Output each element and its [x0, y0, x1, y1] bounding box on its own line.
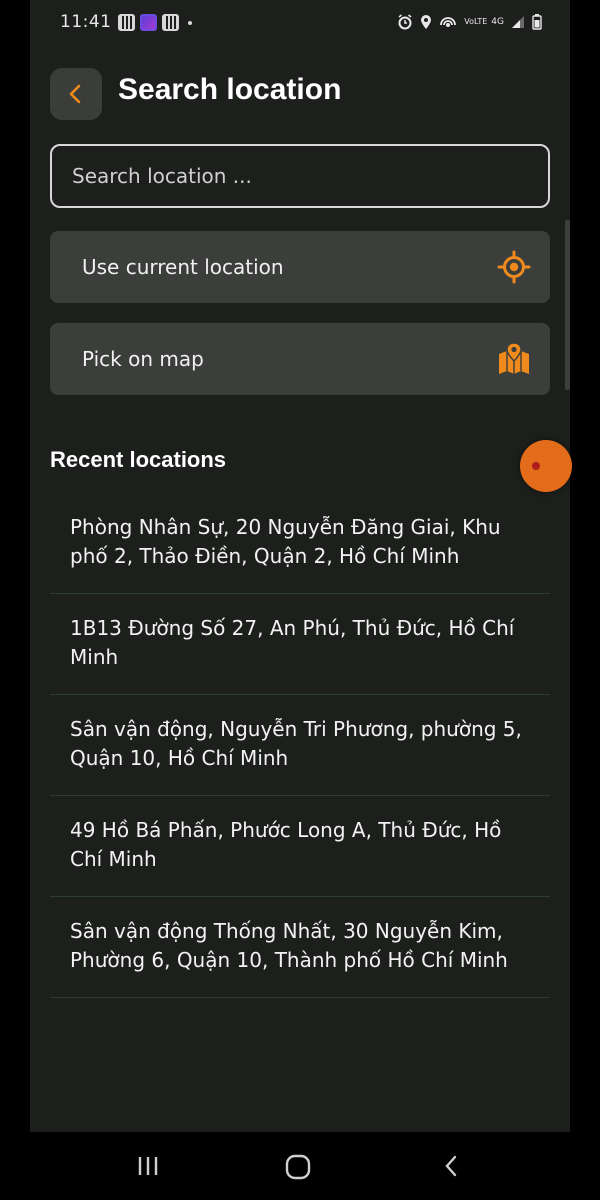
- recent-locations-title: Recent locations: [50, 447, 227, 472]
- network-text: 4G: [491, 17, 504, 27]
- search-box[interactable]: [50, 144, 550, 208]
- map-pin-icon: [496, 341, 532, 377]
- bubble-dot-icon: [532, 462, 540, 470]
- pick-on-map-button[interactable]: Pick on map: [50, 323, 550, 395]
- navigation-bar: [30, 1132, 570, 1200]
- crosshair-icon: [496, 249, 532, 285]
- signal-icon: [512, 16, 524, 28]
- floating-assistant-bubble[interactable]: [520, 440, 572, 492]
- location-icon: [421, 15, 432, 29]
- volte-icon: VoLTE: [464, 17, 488, 26]
- recent-location-item[interactable]: Sân vận động, Nguyễn Tri Phương, phường …: [50, 695, 550, 796]
- app-icon: [140, 14, 157, 31]
- status-time: 11:41: [60, 12, 112, 32]
- page-title: Search location: [118, 73, 342, 106]
- recent-location-item[interactable]: Phòng Nhân Sự, 20 Nguyễn Đăng Giai, Khu …: [50, 493, 550, 594]
- signal-4g-icon: 4G: [491, 17, 504, 27]
- recent-location-item[interactable]: 1B13 Đường Số 27, An Phú, Thủ Đức, Hồ Ch…: [50, 594, 550, 695]
- alarm-icon: [398, 14, 412, 30]
- phone-screen: 11:41 VoLTE 4G Search location Search lo…: [30, 0, 570, 1200]
- back-icon[interactable]: [440, 1154, 464, 1178]
- qr-icon: [118, 14, 135, 31]
- home-icon[interactable]: [285, 1154, 311, 1180]
- scroll-indicator[interactable]: [565, 220, 570, 390]
- battery-icon: [532, 14, 542, 30]
- use-current-location-label: Use current location: [82, 255, 284, 279]
- volte-text: VoLTE: [464, 17, 488, 26]
- recent-locations-list: Phòng Nhân Sự, 20 Nguyễn Đăng Giai, Khu …: [50, 493, 550, 998]
- status-bar: 11:41 VoLTE 4G: [30, 0, 570, 48]
- chevron-left-icon: [69, 84, 81, 104]
- back-button[interactable]: [50, 68, 102, 120]
- status-left-icons: [118, 14, 192, 31]
- recent-apps-icon[interactable]: [136, 1154, 160, 1178]
- search-input[interactable]: [70, 163, 534, 189]
- hotspot-icon: [440, 17, 457, 27]
- gallery-icon: [162, 14, 179, 31]
- recent-location-item[interactable]: 49 Hồ Bá Phấn, Phước Long A, Thủ Đức, Hồ…: [50, 796, 550, 897]
- status-right-icons: VoLTE 4G: [397, 14, 542, 30]
- recent-location-item[interactable]: Sân vận động Thống Nhất, 30 Nguyễn Kim, …: [50, 897, 550, 998]
- use-current-location-button[interactable]: Use current location: [50, 231, 550, 303]
- dot-icon: [188, 20, 192, 25]
- pick-on-map-label: Pick on map: [82, 347, 204, 371]
